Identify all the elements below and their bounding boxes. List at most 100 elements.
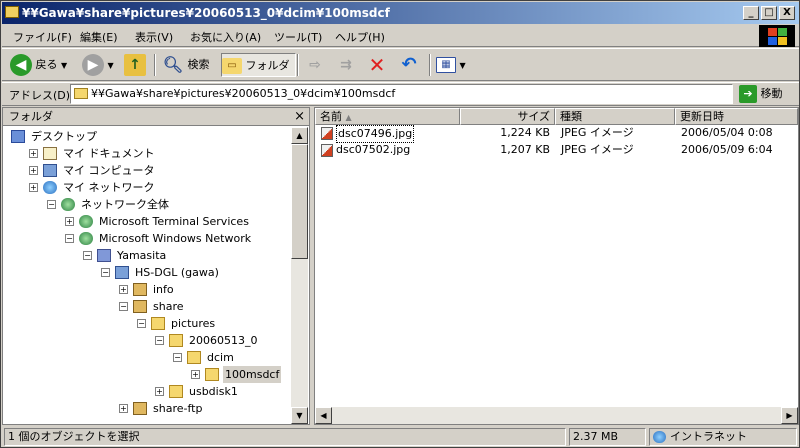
computer-icon: [115, 266, 129, 279]
tree-node-label: デスクトップ: [31, 130, 97, 143]
expand-icon[interactable]: +: [29, 183, 38, 192]
tree-node[interactable]: + info: [3, 281, 291, 298]
folder-pane: フォルダ × デスクトップ + マイ ドキュメント + マイ コンピュータ + マイ ネット…: [2, 107, 310, 425]
up-folder-button[interactable]: ↑: [124, 53, 146, 77]
scroll-up-icon[interactable]: ▲: [291, 127, 308, 144]
copy-to-button[interactable]: ⇉: [335, 53, 357, 77]
domain-icon: [97, 249, 111, 262]
tree-node[interactable]: + マイ ネットワーク: [3, 179, 291, 196]
views-button[interactable]: ▦ ▼: [436, 53, 466, 77]
menu-edit[interactable]: 編集(E): [80, 29, 118, 45]
search-icon: 🔍︎: [162, 55, 184, 74]
menu-file[interactable]: ファイル(F): [13, 29, 72, 45]
toolbar-separator: [154, 54, 156, 76]
expand-icon[interactable]: +: [29, 166, 38, 175]
undo-button[interactable]: ↶: [398, 53, 420, 77]
back-button[interactable]: ◀ 戻る ▼: [10, 53, 67, 77]
tree-node[interactable]: + マイ ドキュメント: [3, 145, 291, 162]
maximize-button[interactable]: □: [761, 6, 777, 20]
folders-label: フォルダ: [245, 59, 290, 72]
search-button[interactable]: 🔍︎ 検索: [162, 53, 210, 77]
tree-node[interactable]: − 20060513_0: [3, 332, 291, 349]
forward-button[interactable]: ▶ ▼: [82, 53, 114, 77]
file-row[interactable]: dsc07502.jpg 1,207 KB JPEG イメージ 2006/05/09 …: [315, 142, 785, 158]
expand-icon[interactable]: +: [119, 285, 128, 294]
scroll-right-icon[interactable]: ▶: [781, 407, 798, 424]
tree-node[interactable]: + マイ コンピュータ: [3, 162, 291, 179]
collapse-icon[interactable]: −: [83, 251, 92, 260]
tree-node-label: info: [153, 283, 174, 296]
folder-icon: [187, 351, 201, 364]
tree-node-label: share-ftp: [153, 402, 203, 415]
close-button[interactable]: X: [779, 6, 795, 20]
tree-node[interactable]: − dcim: [3, 349, 291, 366]
delete-x-icon: ✕: [368, 53, 386, 77]
collapse-icon[interactable]: −: [155, 336, 164, 345]
folder-tree: デスクトップ + マイ ドキュメント + マイ コンピュータ + マイ ネットワーク − ネット…: [3, 127, 291, 424]
shared-folder-icon: [133, 283, 147, 296]
close-icon[interactable]: ×: [294, 108, 305, 126]
tree-node-label: Microsoft Windows Network: [99, 232, 252, 245]
minimize-button[interactable]: _: [743, 6, 759, 20]
expand-icon[interactable]: +: [29, 149, 38, 158]
tree-node[interactable]: デスクトップ: [3, 128, 291, 145]
go-label: 移動: [760, 87, 783, 100]
tree-node[interactable]: − ネットワーク全体: [3, 196, 291, 213]
tree-node[interactable]: + usbdisk1: [3, 383, 291, 400]
jpeg-file-icon: [321, 144, 333, 157]
list-horizontal-scrollbar[interactable]: ◀ ▶: [315, 407, 798, 424]
title-bar[interactable]: ¥¥Gawa¥share¥pictures¥20060513_0¥dcim¥10…: [2, 2, 799, 24]
file-type: JPEG イメージ: [561, 126, 634, 139]
forward-arrow-icon: ▶: [82, 54, 104, 76]
go-button[interactable]: ➔ 移動: [739, 85, 783, 103]
collapse-icon[interactable]: −: [173, 353, 182, 362]
folders-button[interactable]: ▭ フォルダ: [221, 53, 296, 77]
menu-help[interactable]: ヘルプ(H): [335, 29, 385, 45]
tree-node[interactable]: − pictures: [3, 315, 291, 332]
status-bar: 1 個のオブジェクトを選択 2.37 MB イントラネット: [2, 426, 799, 447]
collapse-icon[interactable]: −: [137, 319, 146, 328]
tree-node[interactable]: +100msdcf: [3, 366, 291, 383]
shared-folder-icon: [133, 300, 147, 313]
tree-node[interactable]: + Microsoft Terminal Services: [3, 213, 291, 230]
collapse-icon[interactable]: −: [65, 234, 74, 243]
menu-view[interactable]: 表示(V): [135, 29, 173, 45]
collapse-icon[interactable]: −: [119, 302, 128, 311]
scroll-down-icon[interactable]: ▼: [291, 407, 308, 424]
documents-icon: [43, 147, 57, 160]
folder-icon: [169, 334, 183, 347]
globe-icon: [61, 198, 75, 211]
menu-tools[interactable]: ツール(T): [274, 29, 322, 45]
address-input[interactable]: ¥¥Gawa¥share¥pictures¥20060513_0¥dcim¥10…: [70, 84, 733, 104]
tree-node-label: Yamasita: [117, 249, 167, 262]
tree-scrollbar[interactable]: ▲ ▼: [291, 127, 308, 424]
scroll-thumb[interactable]: [291, 144, 308, 259]
tree-node[interactable]: − HS-DGL (gawa): [3, 264, 291, 281]
tree-node[interactable]: + share-ftp: [3, 400, 291, 417]
expand-icon[interactable]: +: [65, 217, 74, 226]
scroll-left-icon[interactable]: ◀: [315, 407, 332, 424]
column-name[interactable]: 名前 ▲: [315, 108, 460, 125]
column-type[interactable]: 種類: [555, 108, 675, 125]
menu-favorites[interactable]: お気に入り(A): [190, 29, 261, 45]
column-size[interactable]: サイズ: [460, 108, 555, 125]
intranet-globe-icon: [653, 431, 666, 443]
address-label: アドレス(D): [9, 89, 71, 102]
expand-icon[interactable]: +: [155, 387, 164, 396]
collapse-icon[interactable]: −: [47, 200, 56, 209]
file-modified: 2006/05/09 6:04: [681, 143, 773, 156]
status-size: 2.37 MB: [569, 428, 646, 446]
expand-icon[interactable]: +: [191, 370, 200, 379]
file-row[interactable]: dsc07496.jpg 1,224 KB JPEG イメージ 2006/05/04 …: [315, 125, 785, 143]
tree-node[interactable]: − share: [3, 298, 291, 315]
views-icon: ▦: [436, 57, 456, 73]
file-modified: 2006/05/04 0:08: [681, 126, 773, 139]
delete-button[interactable]: ✕: [366, 53, 388, 77]
move-to-button[interactable]: ⇨: [304, 53, 326, 77]
expand-icon[interactable]: +: [119, 404, 128, 413]
tree-node[interactable]: − Yamasita: [3, 247, 291, 264]
windows-logo-icon: [759, 25, 795, 47]
column-modified[interactable]: 更新日時: [675, 108, 798, 125]
collapse-icon[interactable]: −: [101, 268, 110, 277]
tree-node[interactable]: − Microsoft Windows Network: [3, 230, 291, 247]
